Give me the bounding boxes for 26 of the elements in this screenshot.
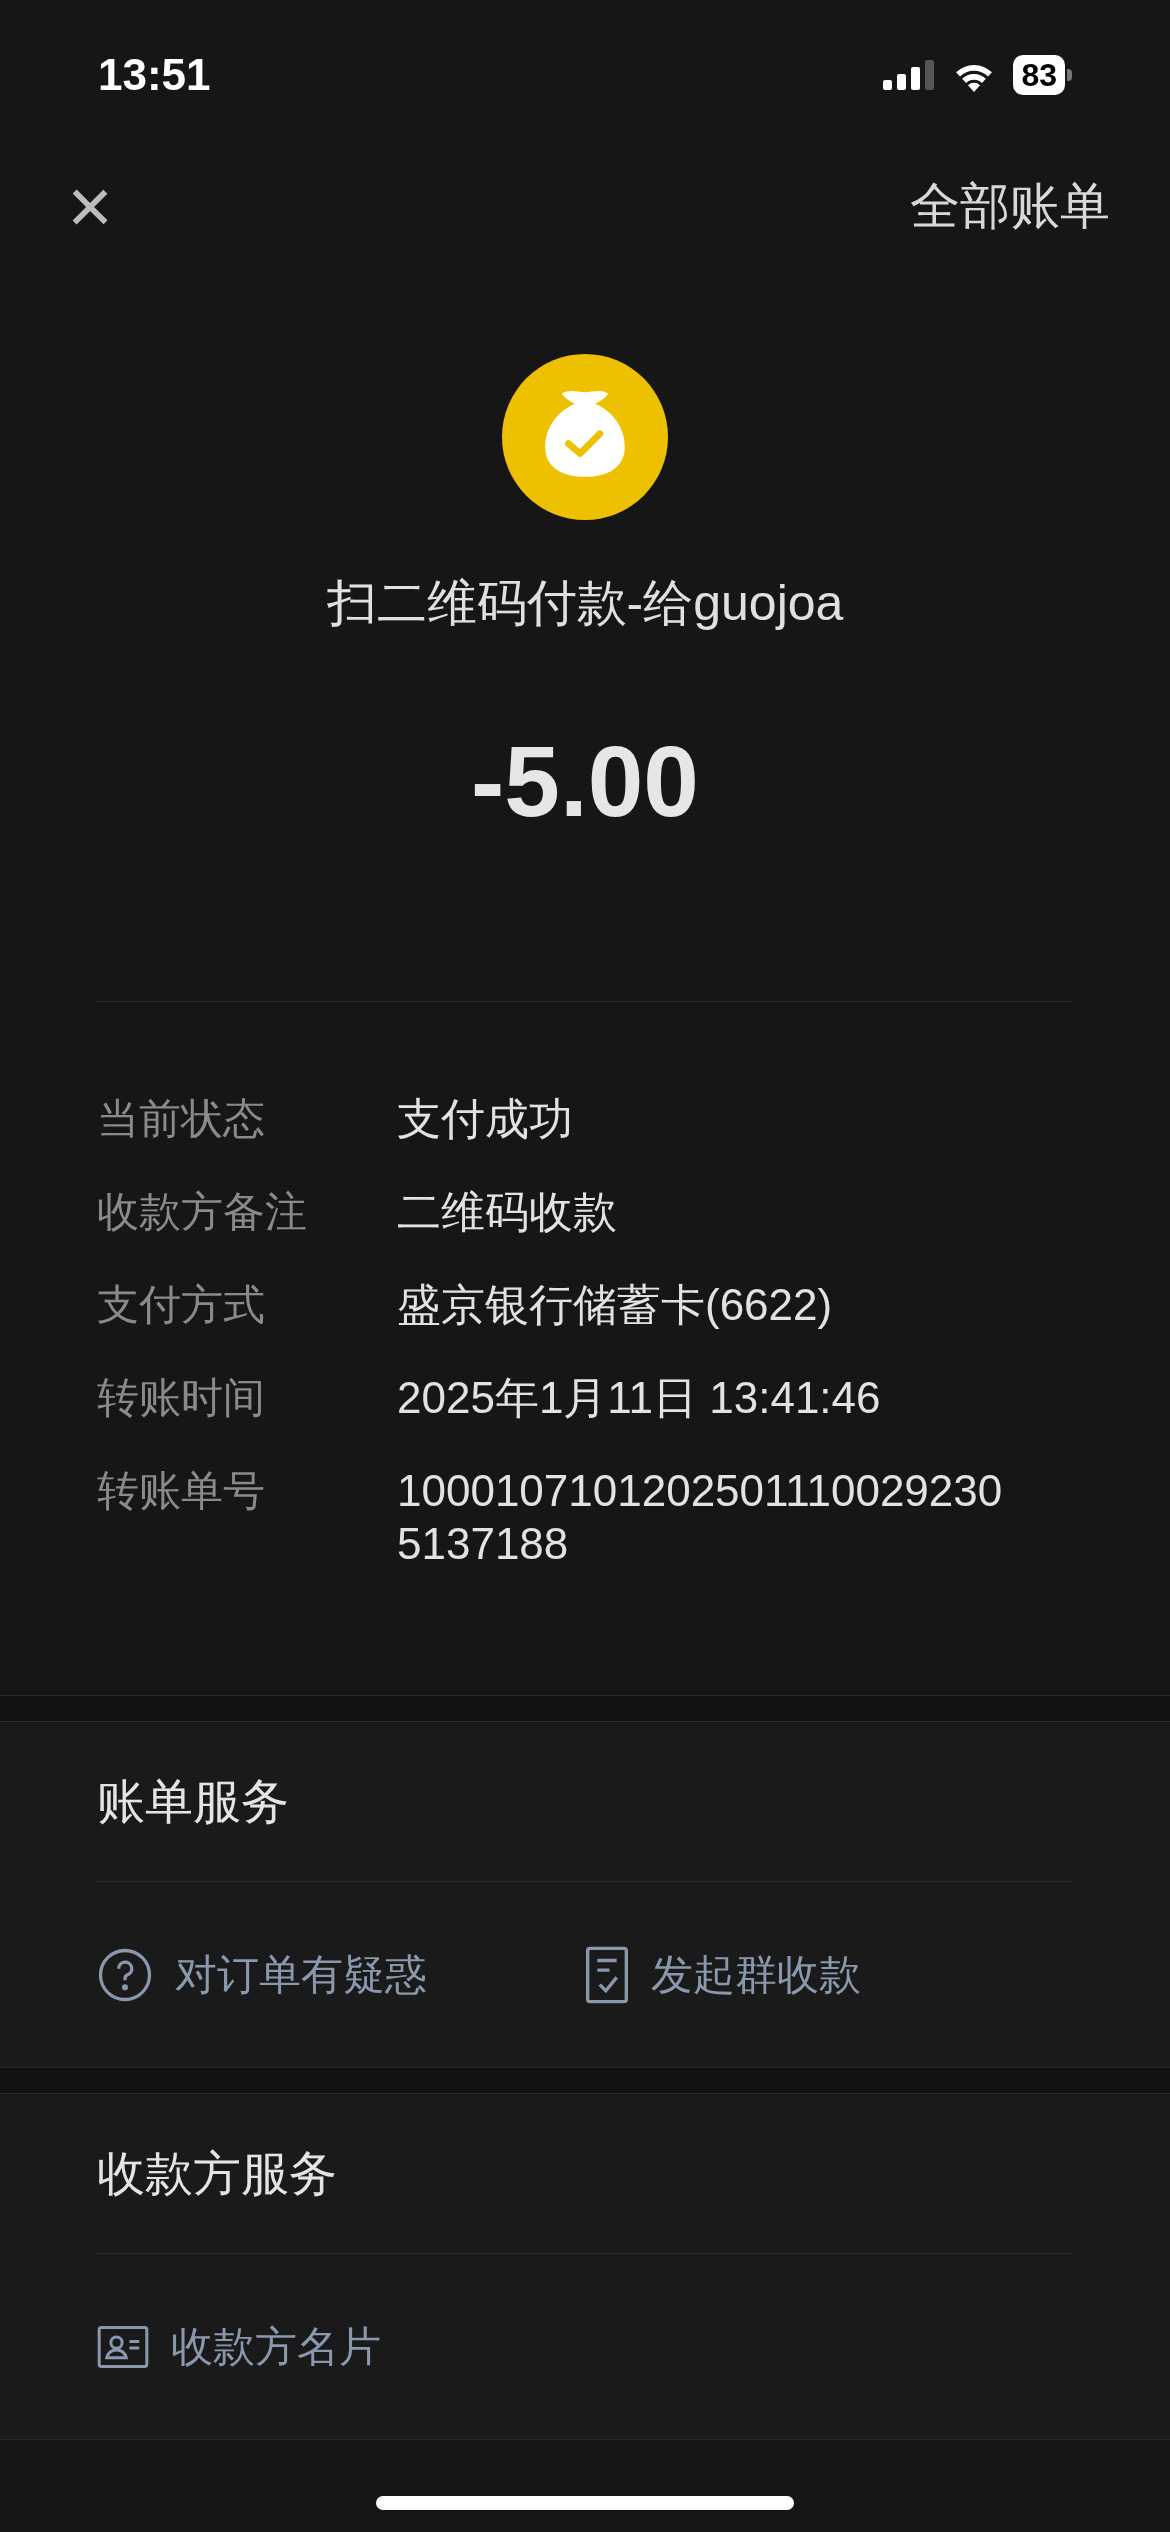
service-link[interactable]: 收款方名片: [97, 2315, 619, 2378]
section-title: 账单服务: [97, 1773, 289, 1830]
close-button[interactable]: ×: [60, 171, 120, 241]
all-bills-link[interactable]: 全部账单: [910, 168, 1110, 244]
question-icon: [97, 1946, 153, 2003]
payment-amount: -5.00: [471, 731, 699, 831]
detail-value: 10001071012025011100292305137188: [397, 1465, 1004, 1570]
money-bag-icon: [502, 354, 668, 520]
document-check-icon: [585, 1945, 629, 2004]
battery-indicator: 83: [1013, 54, 1072, 95]
payment-title: 扫二维码付款-给guojoa: [326, 574, 844, 633]
service-link[interactable]: 对订单有疑惑: [97, 1943, 585, 2006]
detail-label: 转账单号: [97, 1466, 266, 1516]
detail-value: 支付成功: [397, 1093, 574, 1145]
status-time: 13:51: [98, 48, 211, 101]
section-title: 收款方服务: [97, 2145, 337, 2202]
contact-card-icon: [97, 2324, 149, 2369]
detail-value: 2025年1月11日 13:41:46: [397, 1372, 882, 1424]
detail-label: 转账时间: [97, 1373, 266, 1423]
detail-value: 二维码收款: [397, 1186, 618, 1238]
detail-label: 当前状态: [97, 1094, 266, 1144]
signal-icon: [883, 59, 936, 90]
detail-label: 收款方备注: [97, 1187, 308, 1237]
detail-label: 支付方式: [97, 1280, 266, 1330]
detail-value: 盛京银行储蓄卡(6622): [397, 1279, 834, 1331]
service-link[interactable]: 发起群收款: [585, 1943, 1073, 2006]
